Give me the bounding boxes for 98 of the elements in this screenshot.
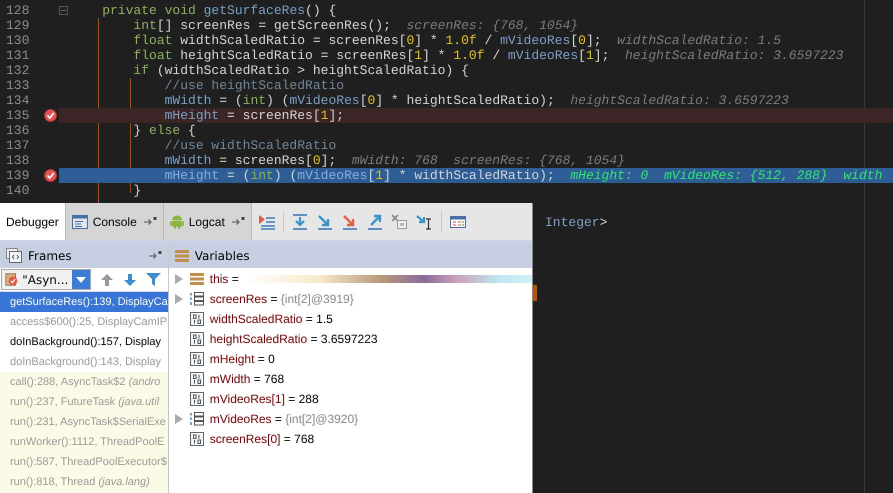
variable-entry[interactable]: mWidth = 768 [210,372,284,386]
code-text: ) ( [266,93,290,108]
line-number: 135 [5,108,30,123]
line-number: 139 [5,168,30,183]
inline-value-hint: mWidth: 768 [352,153,438,168]
code-text: [ [360,93,368,108]
number-literal: 1 [375,168,384,183]
code-text: } [132,123,142,138]
variable-entry[interactable]: heightScaledRatio = 3.6597223 [210,332,378,346]
keyword: int [242,93,266,108]
tab[interactable]: Console [66,203,164,240]
code-text: [ [578,48,586,63]
variable-entry[interactable]: mVideoRes[1] = 288 [210,392,319,406]
inline-value-hint: widthScaledRatio: 1.5 [617,33,781,48]
number-literal: 0 [312,153,321,168]
line-number: 140 [5,183,30,198]
number-literal: 1 [586,48,594,63]
code-text: = ( [218,93,243,108]
inline-value-hint: mVideoRes: {512, 288} [664,168,828,183]
keyword: int [132,18,157,33]
stack-frame[interactable]: getSurfaceRes():139, DisplayCa [0,292,168,312]
field-name: Integer [545,215,600,230]
field-name: mWidth [164,153,212,168]
field-name: mHeight [164,168,220,183]
tab[interactable]: Logcat [164,203,252,240]
field-name: mHeight [164,108,220,123]
code-text: ) ( [274,168,298,183]
line-number: 136 [5,123,30,138]
keyword: int [250,168,274,183]
code-text: () { [305,3,336,18]
field-name: mVideoRes [297,168,368,183]
inline-value-hint: screenRes: {768, 1054} [453,153,625,168]
code-text: ] * [414,33,439,48]
line-number: 134 [5,93,30,108]
code-text: = screenRes[ [218,153,313,168]
inline-value-hint: heightScaledRatio: 3.6597223 [624,48,844,63]
number-literal: 1 [414,48,422,63]
variable-entry[interactable]: screenRes[0] = 768 [210,432,314,446]
line-number: 129 [5,18,30,33]
code-text: ]; [320,153,336,168]
tab[interactable]: Debugger [0,203,66,240]
keyword: float [132,48,172,63]
line-number: 130 [5,33,30,48]
variable-entry[interactable]: mVideoRes = {int[2]@3920} [210,412,358,426]
code-text: heightScaledRatio = screenRes[ [179,48,414,63]
code-text: / [484,33,493,48]
code-text: [ [367,168,376,183]
variable-entry[interactable]: widthScaledRatio = 1.5 [210,312,333,326]
field-name: mWidth [164,93,212,108]
code-text: / [491,48,502,63]
code-comment: //use heightScaledRatio [164,78,344,93]
inline-value-hint: mHeight: 0 [570,168,648,183]
method-name: getSurfaceRes [204,3,306,18]
line-number: 128 [5,3,30,18]
line-number: 138 [5,153,30,168]
code-text: ]; [594,48,610,63]
field-name: mVideoRes [508,48,578,63]
number-literal: 0 [368,93,376,108]
field-name: mVideoRes [500,33,570,48]
variable-entry[interactable]: this = [210,272,239,286]
code-text: [ [570,33,578,48]
code-text: = screenRes[ [226,108,321,123]
line-number: 137 [5,138,30,153]
code-text: ] * [422,48,446,63]
code-text: ]; [586,33,602,48]
inline-value-hint: width [843,168,882,183]
line-number: 132 [5,63,30,78]
thread-dropdown[interactable]: "Asyn... [1,269,91,290]
line-number: 131 [5,48,30,63]
keyword: else [149,123,180,138]
number-literal: 0 [406,33,414,48]
code-text: widthScaledRatio = screenRes[ [179,33,406,48]
code-text: } [132,183,142,198]
code-text: > [600,215,608,230]
code-text: ] * heightScaledRatio); [375,93,555,108]
panel-title: Frames [28,248,72,262]
line-number: 133 [5,78,30,93]
stack-frame[interactable]: doInBackground():157, Display [0,332,168,352]
code-comment: //use widthScaledRatio [164,138,336,153]
code-text: = ( [226,168,250,183]
panel-title: Variables [194,248,250,262]
keyword: if [132,63,150,78]
code-text: [] screenRes = getScreenRes(); [156,18,391,33]
variable-entry[interactable]: mHeight = 0 [210,352,275,366]
field-name: mVideoRes [289,93,360,108]
number-literal: 1.0f [446,33,477,48]
inline-value-hint: screenRes: {768, 1054} [406,18,578,33]
code-text: { [187,123,196,138]
number-literal: 1.0f [453,48,485,63]
number-literal: 1 [320,108,328,123]
inline-value-hint: heightScaledRatio: 3.6597223 [570,93,789,108]
code-text: ] * widthScaledRatio); [383,168,555,183]
keyword: float [132,33,172,48]
variable-entry[interactable]: screenRes = {int[2]@3919} [210,292,354,306]
keyword: private void [101,3,197,18]
code-text: (widthScaledRatio > heightScaledRatio) { [156,63,469,78]
number-literal: 0 [578,33,586,48]
code-text: ]; [328,108,344,123]
